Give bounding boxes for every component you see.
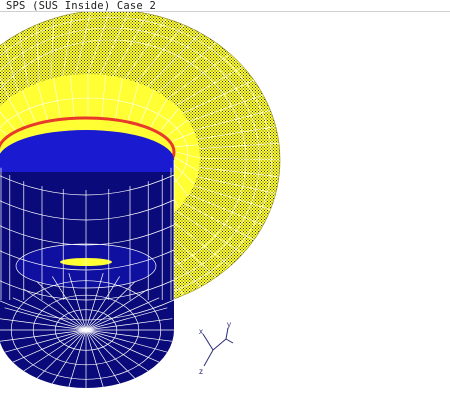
fe-model-render[interactable]: x y z [0, 0, 450, 400]
axis-triad [202, 327, 234, 367]
cylinder-body [0, 130, 175, 388]
axis-label-x: x [199, 327, 203, 336]
axis-label-z: z [199, 367, 203, 376]
graphics-viewport[interactable]: SPS (SUS Inside) Case 2 x y z [0, 0, 450, 400]
axis-label-y: y [227, 320, 231, 329]
